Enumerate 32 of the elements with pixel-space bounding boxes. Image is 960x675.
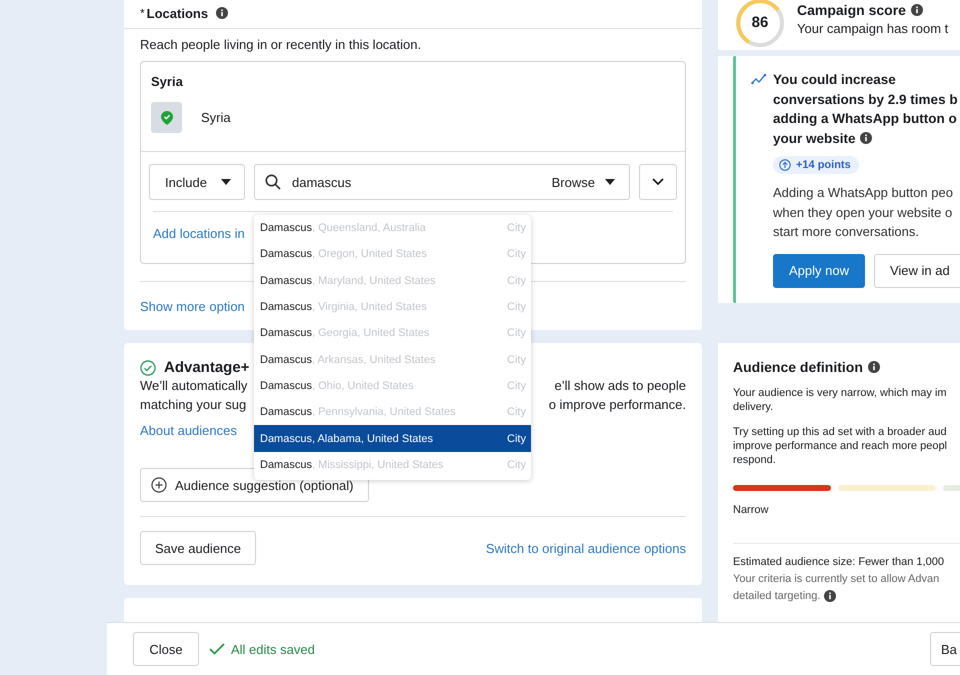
description-text: o improve performance. xyxy=(548,396,686,414)
save-status: All edits saved xyxy=(231,642,315,656)
points-badge: +14 points xyxy=(773,156,859,174)
required-mark: * xyxy=(140,6,145,20)
audience-note: Your criteria is currently set to allow Advan xyxy=(733,573,940,585)
location-name: Syria xyxy=(201,110,231,125)
description-text: We’ll automatically xyxy=(140,377,248,395)
recommendation-title: You could increase xyxy=(773,71,896,89)
audience-note: detailed targeting. xyxy=(733,590,820,602)
description-text: e’ll show ads to people xyxy=(554,377,686,395)
group-title: Syria xyxy=(150,73,184,91)
meter-label: Narrow xyxy=(733,504,770,516)
audience-size: Estimated audience size: Fewer than 1,000 xyxy=(733,556,945,568)
recommendation-title: conversations by 2.9 times b xyxy=(773,90,958,109)
section-title: Locations xyxy=(146,6,208,20)
recommendation-text: start more conversations. xyxy=(773,223,920,241)
recommendation-text: Adding a WhatsApp button peo xyxy=(773,184,954,202)
recommendation-text: when they open your website o xyxy=(773,204,954,222)
score-subtitle: Your campaign has room t xyxy=(797,21,948,36)
description-text: Reach people living in or recently in this location. xyxy=(140,37,422,52)
recommendation-title: your website xyxy=(773,130,856,148)
score-value: 86 xyxy=(750,14,770,31)
recommendation-title: adding a WhatsApp button o xyxy=(773,110,957,128)
score-title: Campaign score xyxy=(797,2,906,18)
audience-text: improve performance and reach more peopl xyxy=(733,439,948,453)
audience-text: respond. xyxy=(733,453,777,467)
section-title: Advantage+ xyxy=(164,359,250,376)
description-text: matching your sug xyxy=(140,396,246,414)
audience-text: Try setting up this ad set with a broader aud xyxy=(733,425,948,439)
audience-text: delivery. xyxy=(733,400,774,414)
audience-title: Audience definition xyxy=(733,359,863,375)
audience-text: Your audience is very narrow, which may im xyxy=(733,386,948,400)
